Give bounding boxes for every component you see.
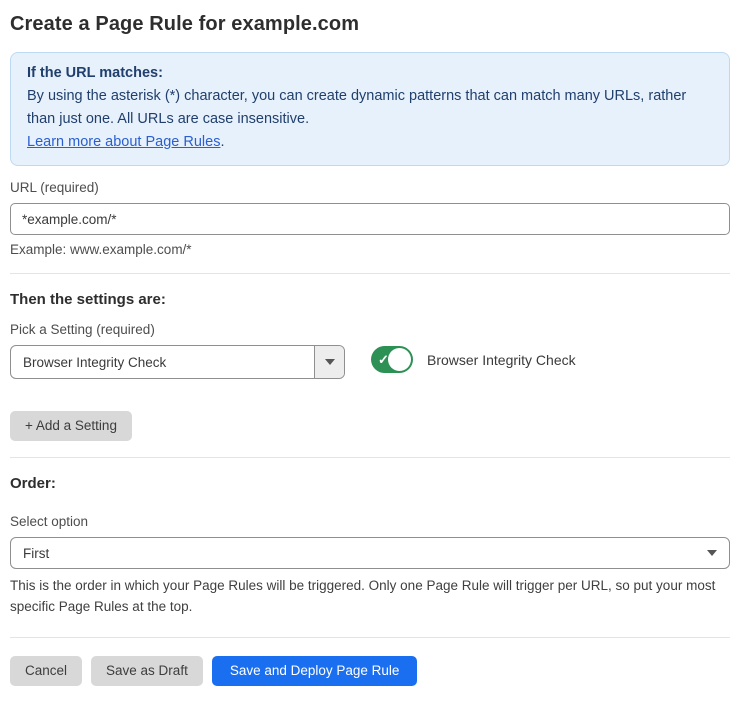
divider xyxy=(10,273,730,274)
setting-dropdown-value: Browser Integrity Check xyxy=(11,355,314,370)
link-suffix: . xyxy=(220,134,224,150)
setting-dropdown[interactable]: Browser Integrity Check xyxy=(10,345,345,379)
learn-more-link[interactable]: Learn more about Page Rules xyxy=(27,134,220,150)
cancel-button[interactable]: Cancel xyxy=(10,656,82,686)
url-field-label: URL (required) xyxy=(10,180,730,195)
pick-setting-label: Pick a Setting (required) xyxy=(10,322,730,337)
order-help-text: This is the order in which your Page Rul… xyxy=(10,575,730,617)
setting-dropdown-arrow-button[interactable] xyxy=(314,346,344,378)
add-setting-button[interactable]: + Add a Setting xyxy=(10,411,132,441)
page-title: Create a Page Rule for example.com xyxy=(10,13,730,36)
save-as-draft-button[interactable]: Save as Draft xyxy=(91,656,203,686)
browser-integrity-toggle[interactable]: ✓ xyxy=(371,346,413,373)
divider xyxy=(10,457,730,458)
create-page-rule-panel: Create a Page Rule for example.com If th… xyxy=(0,0,750,686)
info-box-heading: If the URL matches: xyxy=(27,62,713,85)
info-box-body: By using the asterisk (*) character, you… xyxy=(27,85,713,131)
url-input[interactable] xyxy=(10,203,730,235)
toggle-knob xyxy=(388,348,411,371)
toggle-label: Browser Integrity Check xyxy=(427,352,576,368)
order-select-label: Select option xyxy=(10,514,730,529)
url-example-text: Example: www.example.com/* xyxy=(10,242,730,257)
save-and-deploy-button[interactable]: Save and Deploy Page Rule xyxy=(212,656,418,686)
settings-section-heading: Then the settings are: xyxy=(10,291,730,308)
footer-actions: Cancel Save as Draft Save and Deploy Pag… xyxy=(10,656,730,686)
order-dropdown-value: First xyxy=(23,546,707,561)
caret-down-icon xyxy=(707,550,717,556)
order-dropdown[interactable]: First xyxy=(10,537,730,569)
caret-down-icon xyxy=(325,359,335,365)
order-section-heading: Order: xyxy=(10,475,730,492)
url-match-info-box: If the URL matches: By using the asteris… xyxy=(10,52,730,166)
divider xyxy=(10,637,730,638)
setting-row: Browser Integrity Check ✓ Browser Integr… xyxy=(10,345,730,379)
info-box-link-line: Learn more about Page Rules. xyxy=(27,131,713,154)
